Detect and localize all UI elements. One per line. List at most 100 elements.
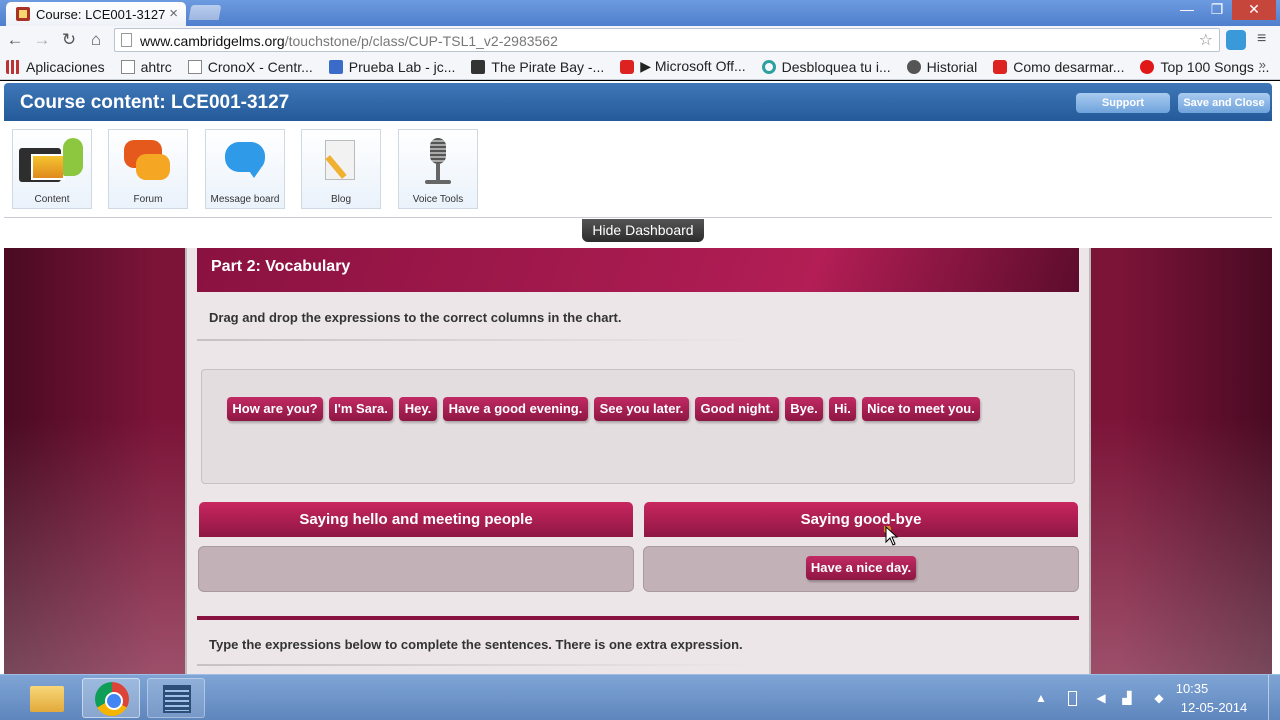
bookmark-top-100-songs[interactable]: Top 100 Songs ... bbox=[1140, 59, 1269, 75]
expression-chip[interactable]: Hi. bbox=[829, 397, 856, 421]
expression-chip[interactable]: Good night. bbox=[695, 397, 779, 421]
expression-chip[interactable]: Nice to meet you. bbox=[862, 397, 980, 421]
forum-icon bbox=[124, 140, 172, 184]
doc-icon bbox=[187, 59, 202, 74]
drop-zone-hello[interactable] bbox=[198, 546, 634, 592]
chrome-icon bbox=[761, 59, 776, 74]
forward-arrow-icon[interactable]: → bbox=[32, 30, 52, 50]
blue-icon bbox=[328, 59, 343, 74]
dashboard-item-blog[interactable]: Blog bbox=[301, 129, 381, 209]
network-signal-icon[interactable]: ▟ bbox=[1120, 691, 1134, 705]
taskbar-chrome[interactable] bbox=[82, 678, 140, 718]
ship-icon bbox=[471, 59, 486, 74]
back-arrow-icon[interactable]: ← bbox=[5, 30, 25, 50]
chrome-menu-icon[interactable]: ≡ bbox=[1257, 30, 1266, 48]
placed-expression-chip[interactable]: Have a nice day. bbox=[806, 556, 916, 580]
new-tab-button[interactable] bbox=[188, 5, 222, 20]
bookmark-cronox[interactable]: CronoX - Centr... bbox=[187, 59, 313, 75]
extension-icon[interactable] bbox=[1226, 30, 1246, 50]
course-title: Course content: LCE001-3127 bbox=[20, 92, 290, 113]
red-circle-icon bbox=[1140, 59, 1155, 74]
cambridge-favicon-icon bbox=[16, 7, 30, 21]
lesson-panel: Part 2: Vocabulary Drag and drop the exp… bbox=[185, 248, 1091, 674]
expression-chip[interactable]: Hey. bbox=[399, 397, 437, 421]
url-path: /touchstone/p/class/CUP-TSL1_v2-2983562 bbox=[284, 33, 558, 49]
lesson-frame: Part 2: Vocabulary Drag and drop the exp… bbox=[4, 248, 1272, 674]
address-bar[interactable]: www.cambridgelms.org/touchstone/p/class/… bbox=[114, 28, 1220, 52]
dashboard-item-label: Content bbox=[34, 194, 70, 205]
battery-icon[interactable] bbox=[1068, 691, 1077, 706]
clock-time[interactable]: 10:35 bbox=[1152, 681, 1232, 696]
dashboard-item-label: Blog bbox=[330, 194, 351, 205]
browser-toolbar: ← → ↻ ⌂ www.cambridgelms.org/touchstone/… bbox=[0, 26, 1280, 54]
bookmark-prueba-lab[interactable]: Prueba Lab - jc... bbox=[328, 59, 455, 75]
youtube-icon bbox=[993, 59, 1008, 74]
clock-date[interactable]: 12-05-2014 bbox=[1174, 700, 1254, 715]
message-board-icon bbox=[223, 140, 267, 184]
bookmark-aplicaciones[interactable]: Aplicaciones bbox=[6, 59, 105, 75]
hide-dashboard-button[interactable]: Hide Dashboard bbox=[582, 219, 704, 242]
taskbar-video-app[interactable] bbox=[147, 678, 205, 718]
bookmark-microsoft-office[interactable]: ▶ Microsoft Off... bbox=[620, 58, 746, 75]
expression-chip[interactable]: Bye. bbox=[785, 397, 823, 421]
save-and-close-button[interactable]: Save and Close bbox=[1178, 93, 1270, 113]
course-header: Course content: LCE001-3127 Support Save… bbox=[4, 83, 1272, 121]
home-icon[interactable]: ⌂ bbox=[86, 30, 106, 50]
minimize-button[interactable]: — bbox=[1172, 0, 1202, 20]
url-host: www.cambridgelms.org bbox=[140, 33, 285, 49]
dashboard-item-voice-tools[interactable]: Voice Tools bbox=[398, 129, 478, 209]
expression-chip[interactable]: How are you? bbox=[227, 397, 323, 421]
section-separator bbox=[197, 616, 1079, 620]
browser-tab-active[interactable]: Course: LCE001-3127 × bbox=[6, 2, 186, 26]
blog-icon bbox=[325, 140, 357, 182]
bookmark-ahtrc[interactable]: ahtrc bbox=[120, 59, 172, 75]
bookmark-pirate-bay[interactable]: The Pirate Bay -... bbox=[471, 59, 604, 75]
dashboard-item-forum[interactable]: Forum bbox=[108, 129, 188, 209]
expression-chip[interactable]: I'm Sara. bbox=[329, 397, 393, 421]
chrome-icon bbox=[95, 682, 129, 716]
taskbar-file-explorer[interactable] bbox=[18, 678, 76, 718]
show-desktop-button[interactable] bbox=[1268, 675, 1280, 720]
show-hidden-icons-icon[interactable]: ▲ bbox=[1034, 691, 1048, 705]
drop-zone-goodbye[interactable]: Have a nice day. bbox=[643, 546, 1079, 592]
tab-close-icon[interactable]: × bbox=[169, 5, 178, 22]
expression-chip[interactable]: Have a good evening. bbox=[443, 397, 588, 421]
file-explorer-icon bbox=[30, 686, 64, 712]
word-bank[interactable]: How are you? I'm Sara. Hey. Have a good … bbox=[201, 369, 1075, 484]
url-text[interactable]: www.cambridgelms.org/touchstone/p/class/… bbox=[140, 33, 558, 49]
reload-icon[interactable]: ↻ bbox=[59, 30, 79, 50]
expression-chip[interactable]: See you later. bbox=[594, 397, 689, 421]
bookmarks-bar: Aplicaciones ahtrc CronoX - Centr... Pru… bbox=[0, 54, 1280, 80]
windows-taskbar: ▲ ◀ ▟ ◆ 10:35 12-05-2014 bbox=[0, 674, 1280, 720]
support-button[interactable]: Support bbox=[1076, 93, 1170, 113]
dashboard-item-content[interactable]: Content bbox=[12, 129, 92, 209]
content-icon bbox=[19, 138, 85, 184]
dashboard-item-label: Forum bbox=[133, 194, 163, 205]
part-title: Part 2: Vocabulary bbox=[211, 258, 351, 275]
window-controls: — ❐ ✕ bbox=[1172, 0, 1276, 20]
video-icon bbox=[163, 685, 191, 713]
part-header: Part 2: Vocabulary bbox=[197, 248, 1079, 292]
volume-icon[interactable]: ◀ bbox=[1094, 691, 1108, 705]
microphone-icon bbox=[423, 138, 453, 188]
divider bbox=[197, 664, 757, 666]
close-window-button[interactable]: ✕ bbox=[1232, 0, 1276, 20]
page-icon bbox=[120, 59, 135, 74]
divider bbox=[197, 339, 757, 341]
mouse-cursor-icon bbox=[884, 526, 898, 546]
dashboard-item-message-board[interactable]: Message board bbox=[205, 129, 285, 209]
dashboard-item-label: Voice Tools bbox=[412, 194, 464, 205]
apps-icon bbox=[6, 59, 20, 74]
column-header-hello: Saying hello and meeting people bbox=[199, 502, 633, 537]
restore-button[interactable]: ❐ bbox=[1202, 0, 1232, 20]
bookmark-star-icon[interactable]: ☆ bbox=[1199, 30, 1213, 50]
column-header-goodbye: Saying good-bye bbox=[644, 502, 1078, 537]
bookmark-como-desarmar[interactable]: Como desarmar... bbox=[993, 59, 1124, 75]
bookmark-desbloquea[interactable]: Desbloquea tu i... bbox=[761, 59, 891, 75]
instruction-type: Type the expressions below to complete t… bbox=[209, 637, 743, 652]
bookmarks-overflow-icon[interactable]: » bbox=[1259, 57, 1266, 72]
dashboard: Content Forum Message board Blog Voice T… bbox=[4, 121, 1272, 218]
bookmark-historial[interactable]: Historial bbox=[906, 59, 977, 75]
browser-tab-strip: Course: LCE001-3127 × — ❐ ✕ bbox=[0, 0, 1280, 26]
history-icon bbox=[906, 59, 921, 74]
